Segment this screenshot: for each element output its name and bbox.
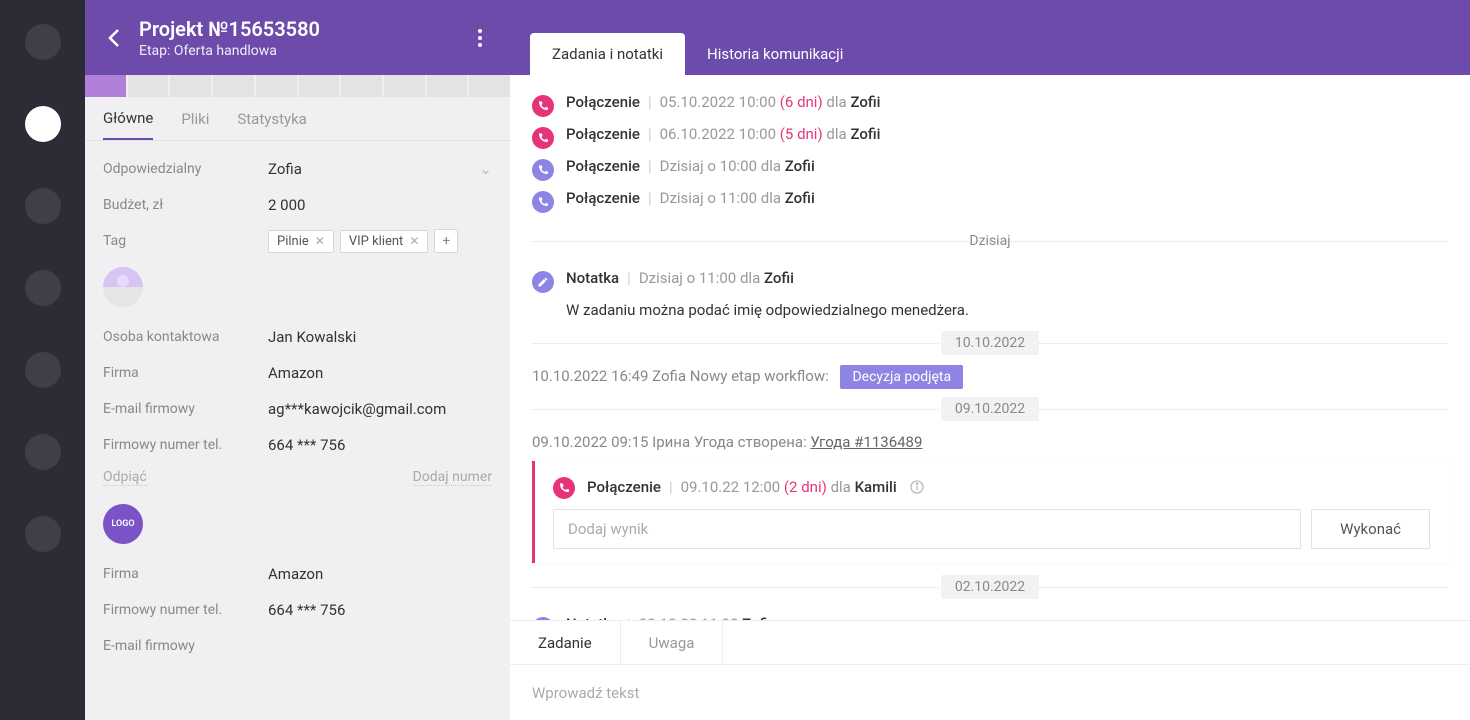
tag-remove-icon[interactable]: ✕ [409, 234, 419, 248]
task-result-input[interactable] [553, 509, 1301, 549]
date-separator: 02.10.2022 [532, 573, 1448, 601]
add-number-link[interactable]: Dodaj numer [413, 469, 492, 486]
email-label: E-mail firmowy [103, 401, 268, 417]
date-separator: Dzisiaj [532, 227, 1448, 255]
nav-item-1[interactable] [25, 106, 61, 142]
email2-label: E-mail firmowy [103, 638, 268, 654]
nav-item-3[interactable] [25, 270, 61, 306]
composer-tabs: Zadanie Uwaga [510, 620, 1470, 664]
composer-tab-task[interactable]: Zadanie [510, 621, 621, 664]
tag-remove-icon[interactable]: ✕ [315, 234, 325, 248]
feed-item[interactable]: Połączenie|06.10.2022 10:00 (5 dni) dla … [532, 121, 1448, 153]
note-icon [532, 271, 554, 293]
contact-label: Osoba kontaktowa [103, 329, 268, 345]
company-value[interactable]: Amazon [268, 364, 492, 382]
phone2-label: Firmowy numer tel. [103, 602, 268, 618]
tag-label: Tag [103, 233, 268, 249]
phone-value[interactable]: 664 *** 756 [268, 436, 492, 454]
creation-event: 09.10.2022 09:15 Ірина Угода створена: У… [532, 433, 1448, 451]
composer-tab-note[interactable]: Uwaga [621, 621, 724, 664]
date-separator: 09.10.2022 [532, 395, 1448, 423]
tab-history[interactable]: Historia komunikacji [685, 33, 865, 75]
left-panel: Projekt №15653580 Etap: Oferta handlowa … [85, 0, 510, 720]
budget-value[interactable]: 2 000 [268, 196, 492, 214]
tab-files[interactable]: Pliki [181, 97, 209, 140]
info-icon[interactable] [909, 479, 925, 495]
stage-progress [85, 75, 510, 97]
phone-icon [532, 127, 554, 149]
chevron-down-icon: ⌄ [479, 160, 492, 178]
phone-icon [532, 191, 554, 213]
phone-icon [553, 477, 575, 499]
project-title: Projekt №15653580 [139, 17, 468, 41]
back-arrow-icon[interactable] [103, 26, 127, 50]
nav-item-0[interactable] [25, 24, 61, 60]
left-tabs: Główne Pliki Statystyka [85, 97, 510, 141]
feed-item[interactable]: Połączenie|Dzisiaj o 10:00 dla Zofii [532, 153, 1448, 185]
composer [510, 664, 1470, 720]
tag-value: Pilnie✕ VIP klient✕ + [268, 229, 492, 253]
phone-icon [532, 95, 554, 117]
project-stage: Etap: Oferta handlowa [139, 43, 468, 59]
responsible-label: Odpowiedzialny [103, 161, 268, 177]
main-header: Zadania i notatki Historia komunikacji [510, 0, 1470, 75]
email-value[interactable]: ag***kawojcik@gmail.com [268, 400, 492, 418]
phone-label: Firmowy numer tel. [103, 437, 268, 453]
left-body: Odpowiedzialny Zofia ⌄ Budżet, zł 2 000 … [85, 141, 510, 720]
feed: Połączenie|05.10.2022 10:00 (6 dni) dla … [510, 75, 1470, 620]
company-logo[interactable]: LOGO [103, 504, 143, 544]
phone2-value[interactable]: 664 *** 756 [268, 601, 492, 619]
tab-tasks-notes[interactable]: Zadania i notatki [530, 33, 685, 75]
unpin-link[interactable]: Odpiąć [103, 469, 147, 486]
company-label: Firma [103, 365, 268, 381]
deal-link[interactable]: Угода #1136489 [810, 433, 922, 451]
feed-item-note[interactable]: Notatka|02.10.22 11:00 Zofia [532, 611, 1448, 620]
company2-label: Firma [103, 566, 268, 582]
main-panel: Zadania i notatki Historia komunikacji P… [510, 0, 1470, 720]
workflow-event: 10.10.2022 16:49 Zofia Nowy etap workflo… [532, 367, 1448, 385]
nav-item-5[interactable] [25, 434, 61, 470]
nav-item-2[interactable] [25, 188, 61, 224]
note-body: W zadaniu można podać imię odpowiedzialn… [566, 301, 1448, 319]
feed-item-note[interactable]: Notatka|Dzisiaj o 11:00 dla Zofii [532, 265, 1448, 297]
tab-main[interactable]: Główne [103, 97, 153, 140]
responsible-select[interactable]: Zofia ⌄ [268, 160, 492, 178]
task-card: Połączenie|09.10.22 12:00 (2 dni) dla Ka… [532, 461, 1448, 563]
date-separator: 10.10.2022 [532, 329, 1448, 357]
left-header: Projekt №15653580 Etap: Oferta handlowa [85, 0, 510, 75]
feed-item[interactable]: Połączenie|05.10.2022 10:00 (6 dni) dla … [532, 89, 1448, 121]
company2-value[interactable]: Amazon [268, 565, 492, 583]
contact-avatar[interactable] [103, 267, 143, 307]
tag-add-button[interactable]: + [434, 229, 458, 253]
nav-rail [0, 0, 85, 720]
tab-stats[interactable]: Statystyka [237, 97, 307, 140]
feed-item[interactable]: Połączenie|Dzisiaj o 11:00 dla Zofii [532, 185, 1448, 217]
budget-label: Budżet, zł [103, 197, 268, 213]
composer-input[interactable] [532, 684, 1448, 702]
contact-value[interactable]: Jan Kowalski [268, 328, 492, 346]
responsible-value: Zofia [268, 160, 302, 178]
nav-item-4[interactable] [25, 352, 61, 388]
workflow-badge: Decyzja podjęta [840, 365, 963, 389]
kebab-menu-icon[interactable] [468, 26, 492, 50]
tag-chip-1[interactable]: VIP klient✕ [340, 230, 429, 253]
phone-icon [532, 159, 554, 181]
tag-chip-0[interactable]: Pilnie✕ [268, 230, 334, 253]
nav-item-6[interactable] [25, 516, 61, 552]
task-complete-button[interactable]: Wykonać [1311, 509, 1430, 549]
